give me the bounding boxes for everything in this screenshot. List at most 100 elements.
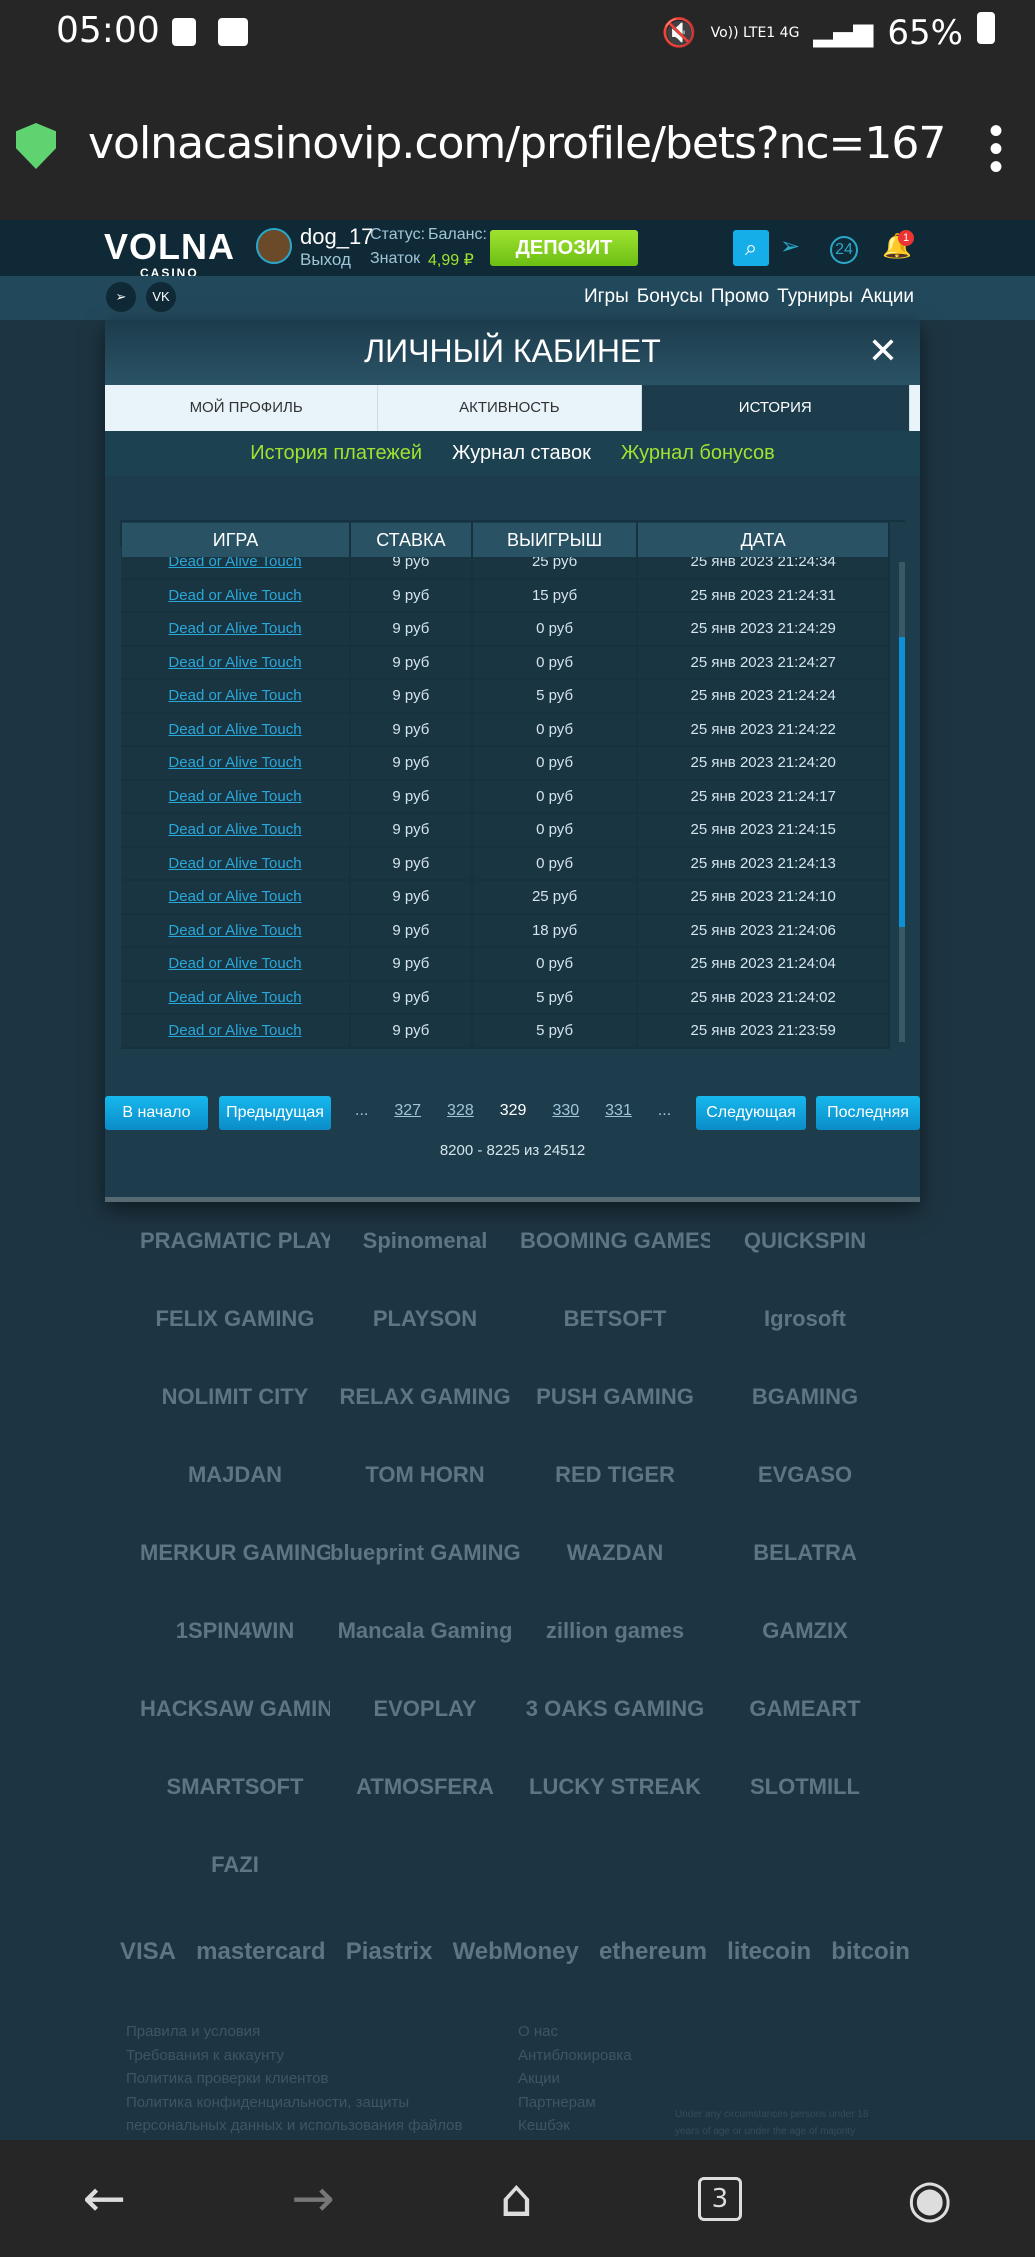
home-icon[interactable]: ⌂ [500, 2169, 533, 2229]
game-link[interactable]: Dead or Alive Touch [168, 587, 301, 604]
provider-logo[interactable]: zillion games [520, 1615, 710, 1647]
more-vert-icon[interactable]: • • • [989, 111, 1003, 187]
game-link[interactable]: Dead or Alive Touch [168, 654, 301, 671]
provider-logo[interactable]: BGAMING [710, 1381, 900, 1413]
telegram-icon[interactable]: ➢ [780, 232, 800, 261]
game-link[interactable]: Dead or Alive Touch [168, 687, 301, 704]
search-icon[interactable]: ⌕ [733, 230, 769, 266]
game-link[interactable]: Dead or Alive Touch [168, 754, 301, 771]
close-icon[interactable]: ✕ [868, 330, 898, 372]
provider-logo[interactable]: RED TIGER [520, 1459, 710, 1491]
game-link[interactable]: Dead or Alive Touch [168, 1022, 301, 1039]
nav-promo[interactable]: Промо [711, 286, 769, 308]
provider-logo[interactable]: WAZDAN [520, 1537, 710, 1569]
provider-logo[interactable]: FELIX GAMING [140, 1303, 330, 1335]
payment-logo[interactable]: litecoin [727, 1938, 811, 1966]
browser-address-bar[interactable]: volnacasinovip.com/profile/bets?nc=167 •… [0, 70, 1035, 220]
provider-logo[interactable]: PLAYSON [330, 1303, 520, 1335]
bets-table-container[interactable]: ИГРА СТАВКА ВЫИГРЫШ ДАТА Dead or Alive T… [120, 520, 905, 1050]
page-link[interactable]: 327 [394, 1102, 421, 1120]
last-page-button[interactable]: Последняя [816, 1096, 920, 1130]
provider-logo[interactable]: FAZI [140, 1849, 330, 1881]
provider-logo[interactable]: HACKSAW GAMING [140, 1693, 330, 1725]
provider-logo[interactable]: MAJDAN [140, 1459, 330, 1491]
provider-logo[interactable]: SLOTMILL [710, 1771, 900, 1803]
vk-social-icon[interactable]: VK [146, 282, 176, 312]
provider-logo[interactable]: Spinomenal [330, 1225, 520, 1257]
url-text[interactable]: volnacasinovip.com/profile/bets?nc=167 [88, 118, 946, 169]
tab-my-profile[interactable]: МОЙ ПРОФИЛЬ [115, 385, 379, 431]
footer-link[interactable]: Правила и условия [126, 2020, 462, 2044]
provider-logo[interactable]: QUICKSPIN [710, 1225, 900, 1257]
tab-activity[interactable]: АКТИВНОСТЬ [378, 385, 642, 431]
provider-logo[interactable]: LUCKY STREAK [520, 1771, 710, 1803]
footer-link[interactable]: Акции [518, 2067, 632, 2091]
footer-link[interactable]: Политика конфиденциальности, защиты [126, 2091, 462, 2115]
game-link[interactable]: Dead or Alive Touch [168, 855, 301, 872]
provider-logo[interactable]: EVOPLAY [330, 1693, 520, 1725]
scrollbar-thumb[interactable] [899, 637, 905, 927]
provider-logo[interactable]: blueprint GAMING [330, 1537, 520, 1569]
provider-logo[interactable]: ATMOSFERA [330, 1771, 520, 1803]
game-link[interactable]: Dead or Alive Touch [168, 821, 301, 838]
avatar[interactable] [256, 228, 292, 264]
provider-logo[interactable]: MERKUR GAMING [140, 1537, 330, 1569]
page-link[interactable]: 328 [447, 1102, 474, 1120]
payment-logo[interactable]: WebMoney [453, 1938, 579, 1966]
logout-link[interactable]: Выход [300, 250, 351, 270]
provider-logo[interactable]: GAMZIX [710, 1615, 900, 1647]
forward-icon[interactable]: → [291, 2169, 335, 2229]
provider-logo[interactable]: NOLIMIT CITY [140, 1381, 330, 1413]
footer-link[interactable]: Кешбэк [518, 2114, 632, 2138]
footer-link[interactable]: О нас [518, 2020, 632, 2044]
provider-logo[interactable]: BOOMING GAMES [520, 1225, 710, 1257]
page-link[interactable]: 331 [605, 1102, 632, 1120]
tab-history[interactable]: ИСТОРИЯ [641, 385, 910, 431]
profile-icon[interactable]: ◉ [907, 2169, 952, 2229]
subtab-bonuses[interactable]: Журнал бонусов [621, 431, 775, 476]
back-icon[interactable]: ← [83, 2169, 127, 2229]
subtab-bets[interactable]: Журнал ставок [452, 431, 591, 476]
payment-logo[interactable]: ethereum [599, 1938, 707, 1966]
footer-link[interactable]: Партнерам [518, 2091, 632, 2115]
provider-logo[interactable]: TOM HORN [330, 1459, 520, 1491]
nav-bonuses[interactable]: Бонусы [637, 286, 703, 308]
game-link[interactable]: Dead or Alive Touch [168, 721, 301, 738]
provider-logo[interactable]: BETSOFT [520, 1303, 710, 1335]
provider-logo[interactable]: PUSH GAMING [520, 1381, 710, 1413]
game-link[interactable]: Dead or Alive Touch [168, 788, 301, 805]
telegram-social-icon[interactable]: ➢ [106, 282, 136, 312]
provider-logo[interactable]: RELAX GAMING [330, 1381, 520, 1413]
provider-logo[interactable]: 1SPIN4WIN [140, 1615, 330, 1647]
username[interactable]: dog_17 [300, 224, 373, 250]
provider-logo[interactable]: GAMEART [710, 1693, 900, 1725]
prev-page-button[interactable]: Предыдущая [219, 1096, 331, 1130]
provider-logo[interactable]: Igrosoft [710, 1303, 900, 1335]
payment-logo[interactable]: bitcoin [831, 1938, 910, 1966]
page-link[interactable]: 330 [552, 1102, 579, 1120]
provider-logo[interactable]: Mancala Gaming [330, 1615, 520, 1647]
provider-logo[interactable]: BELATRA [710, 1537, 900, 1569]
game-link[interactable]: Dead or Alive Touch [168, 955, 301, 972]
footer-link[interactable]: Требования к аккаунту [126, 2044, 462, 2068]
first-page-button[interactable]: В начало [105, 1096, 208, 1130]
game-link[interactable]: Dead or Alive Touch [168, 620, 301, 637]
provider-logo[interactable]: SMARTSOFT [140, 1771, 330, 1803]
payment-logo[interactable]: Piastrix [346, 1938, 433, 1966]
game-link[interactable]: Dead or Alive Touch [168, 922, 301, 939]
footer-link[interactable]: персональных данных и использования файл… [126, 2114, 462, 2138]
provider-logo[interactable]: EVGASO [710, 1459, 900, 1491]
volna-logo[interactable]: VOLNA CASINO [104, 226, 235, 280]
provider-logo[interactable]: 3 OAKS GAMING [520, 1693, 710, 1725]
next-page-button[interactable]: Следующая [696, 1096, 806, 1130]
support-24-icon[interactable]: 24 [830, 236, 858, 264]
game-link[interactable]: Dead or Alive Touch [168, 888, 301, 905]
nav-actions[interactable]: Акции [861, 286, 914, 308]
game-link[interactable]: Dead or Alive Touch [168, 989, 301, 1006]
subtab-payments[interactable]: История платежей [250, 431, 422, 476]
footer-link[interactable]: Политика проверки клиентов [126, 2067, 462, 2091]
provider-logo[interactable]: PRAGMATIC PLAY [140, 1225, 330, 1257]
footer-link[interactable]: Антиблокировка [518, 2044, 632, 2068]
nav-tournaments[interactable]: Турниры [777, 286, 853, 308]
deposit-button[interactable]: ДЕПОЗИТ [490, 230, 638, 266]
